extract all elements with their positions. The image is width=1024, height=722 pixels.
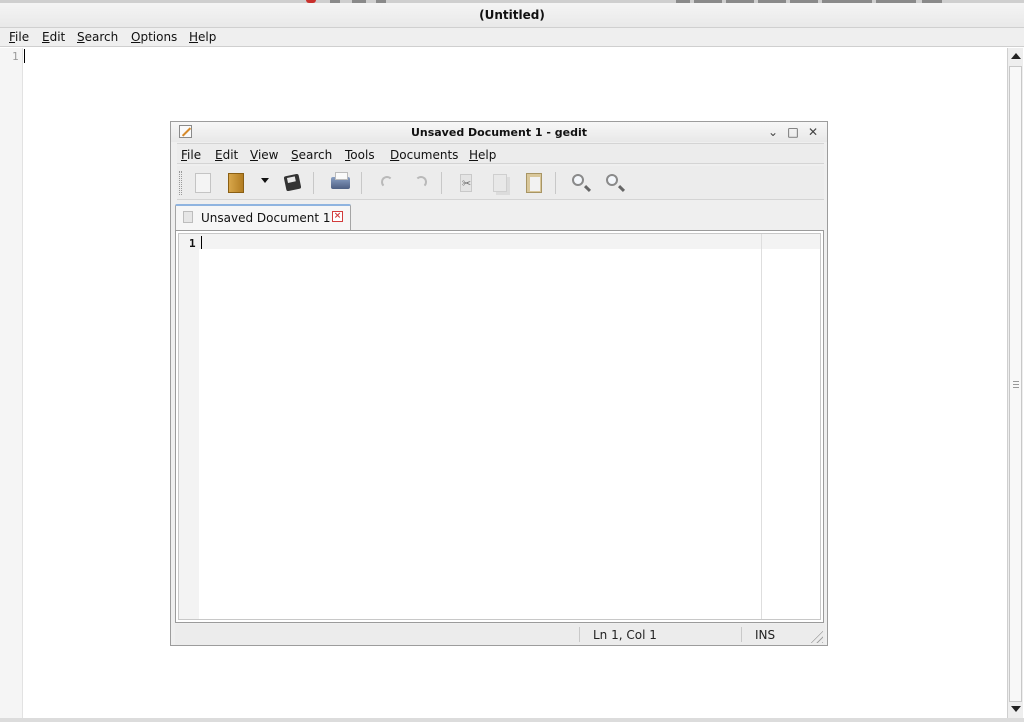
find-button[interactable] [567, 170, 593, 196]
outer-menu-edit[interactable]: Edit [42, 29, 65, 45]
menu-documents[interactable]: Documents [390, 147, 458, 163]
toolbar-separator [555, 172, 556, 194]
panel-item [352, 0, 366, 3]
document-tab[interactable]: Unsaved Document 1 × [175, 204, 351, 230]
menu-tools[interactable]: Tools [345, 147, 375, 163]
menu-edit[interactable]: Edit [215, 147, 238, 163]
new-document-button[interactable] [189, 170, 215, 196]
copy-icon [493, 174, 507, 192]
outer-line-number: 1 [12, 50, 19, 63]
panel-item [376, 0, 386, 3]
gedit-editor-frame: 1 [175, 230, 824, 623]
close-window-icon[interactable]: ✕ [805, 124, 821, 140]
save-disk-icon [283, 173, 302, 192]
gedit-line-gutter [179, 234, 199, 619]
outer-menu-file[interactable]: File [9, 29, 29, 45]
panel-item [694, 0, 722, 3]
find-icon [572, 174, 584, 186]
document-tab-label: Unsaved Document 1 [201, 211, 331, 225]
record-indicator-icon [306, 0, 316, 3]
resize-grip-icon[interactable] [809, 629, 823, 643]
outer-window-title: (Untitled) [479, 8, 545, 22]
current-line-highlight [199, 234, 820, 249]
gedit-toolbar [177, 166, 824, 200]
gedit-statusbar: Ln 1, Col 1 INS [175, 624, 825, 645]
scrollbar-thumb[interactable] [1009, 66, 1022, 702]
grip-line [1013, 384, 1019, 385]
panel-item [726, 0, 754, 3]
document-tab-bar: Unsaved Document 1 × [175, 202, 825, 230]
panel-item [790, 0, 818, 3]
new-document-icon [195, 173, 211, 193]
scroll-down-arrow-icon[interactable] [1011, 706, 1021, 712]
panel-item [876, 0, 916, 3]
find-replace-button[interactable] [601, 170, 627, 196]
toolbar-separator [361, 172, 362, 194]
cut-icon [460, 174, 472, 192]
document-icon [183, 211, 193, 223]
copy-button[interactable] [487, 170, 513, 196]
menu-search[interactable]: Search [291, 147, 332, 163]
panel-item [330, 0, 340, 3]
print-button[interactable] [327, 170, 353, 196]
menu-help[interactable]: Help [469, 147, 496, 163]
scroll-up-arrow-icon[interactable] [1011, 53, 1021, 59]
grip-line [1013, 381, 1019, 382]
grip-line [1013, 387, 1019, 388]
outer-menu-search[interactable]: Search [77, 29, 118, 45]
status-separator [741, 627, 742, 642]
gedit-titlebar[interactable]: Unsaved Document 1 - gedit ⌄ □ ✕ [171, 122, 827, 142]
tab-close-icon[interactable]: × [332, 211, 343, 222]
cursor-position-status: Ln 1, Col 1 [593, 628, 657, 642]
outer-line-gutter [0, 48, 23, 718]
redo-button[interactable] [407, 170, 433, 196]
outer-menu-help[interactable]: Help [189, 29, 216, 45]
open-folder-icon [228, 173, 244, 193]
gedit-text-view[interactable]: 1 [178, 233, 821, 620]
outer-vertical-scrollbar[interactable] [1007, 48, 1023, 718]
toolbar-separator [313, 172, 314, 194]
outer-menu-options[interactable]: Options [131, 29, 177, 45]
redo-icon [415, 176, 427, 188]
gedit-line-number: 1 [189, 237, 196, 250]
shade-window-icon[interactable]: ⌄ [765, 124, 781, 140]
outer-menubar: File Edit Search Options Help [0, 28, 1024, 47]
undo-icon [381, 176, 393, 188]
open-button[interactable] [223, 170, 249, 196]
open-recent-dropdown[interactable] [253, 170, 273, 196]
undo-button[interactable] [373, 170, 399, 196]
find-replace-icon [606, 174, 618, 186]
panel-item [676, 0, 690, 3]
cut-button[interactable] [453, 170, 479, 196]
paste-icon [526, 173, 542, 193]
right-margin-line [761, 234, 762, 619]
menu-view[interactable]: View [250, 147, 278, 163]
toolbar-separator [441, 172, 442, 194]
gedit-window: Unsaved Document 1 - gedit ⌄ □ ✕ File Ed… [170, 121, 828, 646]
gedit-menubar: File Edit View Search Tools Documents He… [177, 143, 824, 164]
print-icon [331, 172, 350, 189]
gedit-window-title: Unsaved Document 1 - gedit [410, 126, 588, 139]
panel-item [758, 0, 786, 3]
bottom-border [0, 718, 1024, 722]
dropdown-arrow-icon [261, 178, 269, 183]
top-panel-strip [0, 0, 1024, 3]
toolbar-grip-icon[interactable] [179, 171, 182, 195]
insert-mode-status: INS [755, 628, 776, 642]
gedit-text-cursor [201, 236, 202, 249]
menu-file[interactable]: File [181, 147, 201, 163]
panel-item [822, 0, 872, 3]
panel-item [922, 0, 942, 3]
status-separator [579, 627, 580, 642]
maximize-window-icon[interactable]: □ [785, 124, 801, 140]
outer-titlebar: (Untitled) [0, 0, 1024, 28]
save-button[interactable] [279, 170, 305, 196]
paste-button[interactable] [521, 170, 547, 196]
